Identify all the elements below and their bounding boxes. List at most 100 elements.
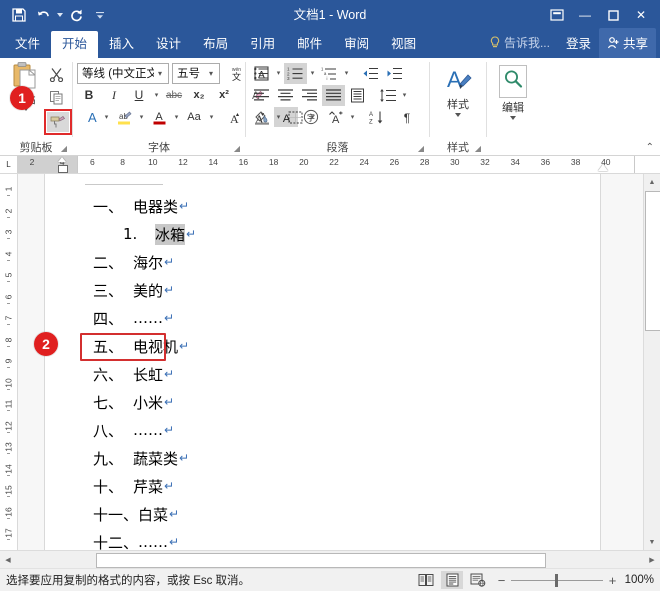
justify-button[interactable] xyxy=(322,85,345,106)
document-line[interactable]: 1.冰箱↵ xyxy=(45,220,600,248)
shading-button[interactable] xyxy=(250,107,273,128)
tell-me-box[interactable]: 告诉我... xyxy=(482,29,558,57)
redo-icon[interactable] xyxy=(65,4,87,26)
subscript-button[interactable]: x₂ xyxy=(187,85,211,105)
font-size-combo[interactable]: 五号 ▾ xyxy=(172,63,220,84)
change-case-button[interactable]: Aa xyxy=(182,107,206,127)
document-line[interactable]: 三、美的↵ xyxy=(45,276,600,304)
ribbon-display-options-icon[interactable] xyxy=(544,3,570,27)
document-line[interactable]: 四、……↵ xyxy=(45,304,600,332)
phonetic-guide-button[interactable]: wén文 xyxy=(224,63,248,83)
format-painter-button[interactable] xyxy=(44,109,72,135)
asian-layout-dropdown-icon[interactable]: ▾ xyxy=(348,113,357,121)
horizontal-scrollbar[interactable]: ◀ ▶ xyxy=(0,550,660,568)
undo-icon[interactable] xyxy=(32,4,54,26)
tab-home[interactable]: 开始 xyxy=(51,31,98,58)
styles-dropdown-icon[interactable] xyxy=(455,113,461,117)
multilevel-dropdown-icon[interactable]: ▾ xyxy=(342,69,351,77)
line-spacing-button[interactable] xyxy=(376,85,399,106)
align-center-button[interactable] xyxy=(274,85,297,106)
tab-references[interactable]: 引用 xyxy=(239,31,286,58)
multilevel-list-button[interactable]: 1ai xyxy=(318,63,341,84)
superscript-button[interactable]: x² xyxy=(212,85,236,105)
tab-layout[interactable]: 布局 xyxy=(192,31,239,58)
zoom-control[interactable]: − + 100% xyxy=(493,573,654,588)
document-line[interactable]: 二、海尔↵ xyxy=(45,248,600,276)
scroll-down-icon[interactable]: ▼ xyxy=(644,534,660,550)
document-line[interactable]: 九、蔬菜类↵ xyxy=(45,444,600,472)
document-line[interactable]: 十一、白菜↵ xyxy=(45,500,600,528)
tab-stop-selector[interactable]: L xyxy=(0,156,17,173)
font-name-combo[interactable]: 等线 (中文正文) ▾ xyxy=(77,63,169,84)
document-line[interactable]: 十二、……↵ xyxy=(45,528,600,550)
zoom-slider-thumb[interactable] xyxy=(555,574,558,587)
document-line[interactable]: 六、长虹↵ xyxy=(45,360,600,388)
paragraph-dialog-launcher[interactable]: ◢ xyxy=(416,144,426,154)
read-mode-button[interactable] xyxy=(415,571,437,589)
customize-qat-icon[interactable] xyxy=(89,4,111,26)
web-layout-button[interactable] xyxy=(467,571,489,589)
document-page[interactable]: 一、电器类↵1.冰箱↵二、海尔↵三、美的↵四、……↵五、电视机↵六、长虹↵七、小… xyxy=(44,174,601,550)
tab-view[interactable]: 视图 xyxy=(380,31,427,58)
scroll-left-icon[interactable]: ◀ xyxy=(0,551,16,568)
underline-button[interactable]: U xyxy=(127,85,151,105)
styles-dialog-launcher[interactable]: ◢ xyxy=(473,144,483,154)
strikethrough-button[interactable]: abc xyxy=(162,85,186,105)
zoom-slider[interactable] xyxy=(511,580,603,581)
highlight-button[interactable]: ab xyxy=(112,107,136,127)
sort-button[interactable]: AZ xyxy=(365,107,388,128)
editing-dropdown-icon[interactable] xyxy=(510,116,516,120)
document-line[interactable]: 八、……↵ xyxy=(45,416,600,444)
vertical-ruler[interactable]: 1234567891011121314151617 xyxy=(0,174,18,550)
document-line[interactable]: 十、芹菜↵ xyxy=(45,472,600,500)
horizontal-scroll-thumb[interactable] xyxy=(96,553,546,568)
share-button[interactable]: 共享 xyxy=(599,28,656,58)
right-indent-marker[interactable] xyxy=(598,164,608,171)
vertical-scroll-thumb[interactable] xyxy=(645,191,660,331)
line-spacing-dropdown-icon[interactable]: ▾ xyxy=(400,91,409,99)
font-dialog-launcher[interactable]: ◢ xyxy=(232,144,242,154)
undo-dropdown-icon[interactable] xyxy=(57,13,63,17)
align-left-button[interactable] xyxy=(250,85,273,106)
bold-button[interactable]: B xyxy=(77,85,101,105)
tab-design[interactable]: 设计 xyxy=(145,31,192,58)
zoom-in-button[interactable]: + xyxy=(608,573,617,588)
borders-button[interactable] xyxy=(284,107,307,128)
document-line[interactable]: 七、小米↵ xyxy=(45,388,600,416)
highlight-dropdown-icon[interactable]: ▾ xyxy=(137,113,146,121)
bullet-list-button[interactable] xyxy=(250,63,273,84)
save-icon[interactable] xyxy=(8,4,30,26)
increase-indent-button[interactable] xyxy=(383,63,406,84)
font-color-dropdown-icon[interactable]: ▾ xyxy=(172,113,181,121)
horizontal-ruler[interactable]: L 246810121416182022242628303234363840 xyxy=(0,156,660,174)
document-text[interactable]: 一、电器类↵1.冰箱↵二、海尔↵三、美的↵四、……↵五、电视机↵六、长虹↵七、小… xyxy=(45,192,600,550)
grow-font-button[interactable]: A xyxy=(221,107,245,127)
document-page-area[interactable]: 一、电器类↵1.冰箱↵二、海尔↵三、美的↵四、……↵五、电视机↵六、长虹↵七、小… xyxy=(18,174,643,550)
shading-dropdown-icon[interactable]: ▾ xyxy=(274,113,283,121)
minimize-button[interactable]: — xyxy=(572,3,598,27)
scroll-up-icon[interactable]: ▲ xyxy=(644,174,660,190)
left-indent-marker[interactable] xyxy=(58,165,68,173)
align-right-button[interactable] xyxy=(298,85,321,106)
numbering-dropdown-icon[interactable]: ▾ xyxy=(308,69,317,77)
print-layout-button[interactable] xyxy=(441,571,463,589)
numbered-list-button[interactable]: 123 xyxy=(284,63,307,84)
collapse-ribbon-button[interactable]: ⌃ xyxy=(646,142,654,153)
text-effects-button[interactable]: A xyxy=(77,107,101,127)
zoom-out-button[interactable]: − xyxy=(497,573,506,588)
tab-mailings[interactable]: 邮件 xyxy=(286,31,333,58)
italic-button[interactable]: I xyxy=(102,85,126,105)
show-formatting-marks-button[interactable]: ¶ xyxy=(395,107,418,128)
tab-file[interactable]: 文件 xyxy=(4,31,51,58)
text-effects-dropdown-icon[interactable]: ▾ xyxy=(102,113,111,121)
cut-button[interactable] xyxy=(44,63,68,85)
clipboard-dialog-launcher[interactable]: ◢ xyxy=(59,144,69,154)
tab-insert[interactable]: 插入 xyxy=(98,31,145,58)
underline-dropdown-icon[interactable]: ▾ xyxy=(152,91,161,99)
sign-in-button[interactable]: 登录 xyxy=(558,28,599,58)
ruler-track[interactable]: 246810121416182022242628303234363840 xyxy=(17,156,660,173)
copy-button[interactable] xyxy=(44,86,68,108)
editing-button[interactable]: 编辑 xyxy=(491,61,535,120)
borders-dropdown-icon[interactable]: ▾ xyxy=(308,113,317,121)
decrease-indent-button[interactable] xyxy=(359,63,382,84)
